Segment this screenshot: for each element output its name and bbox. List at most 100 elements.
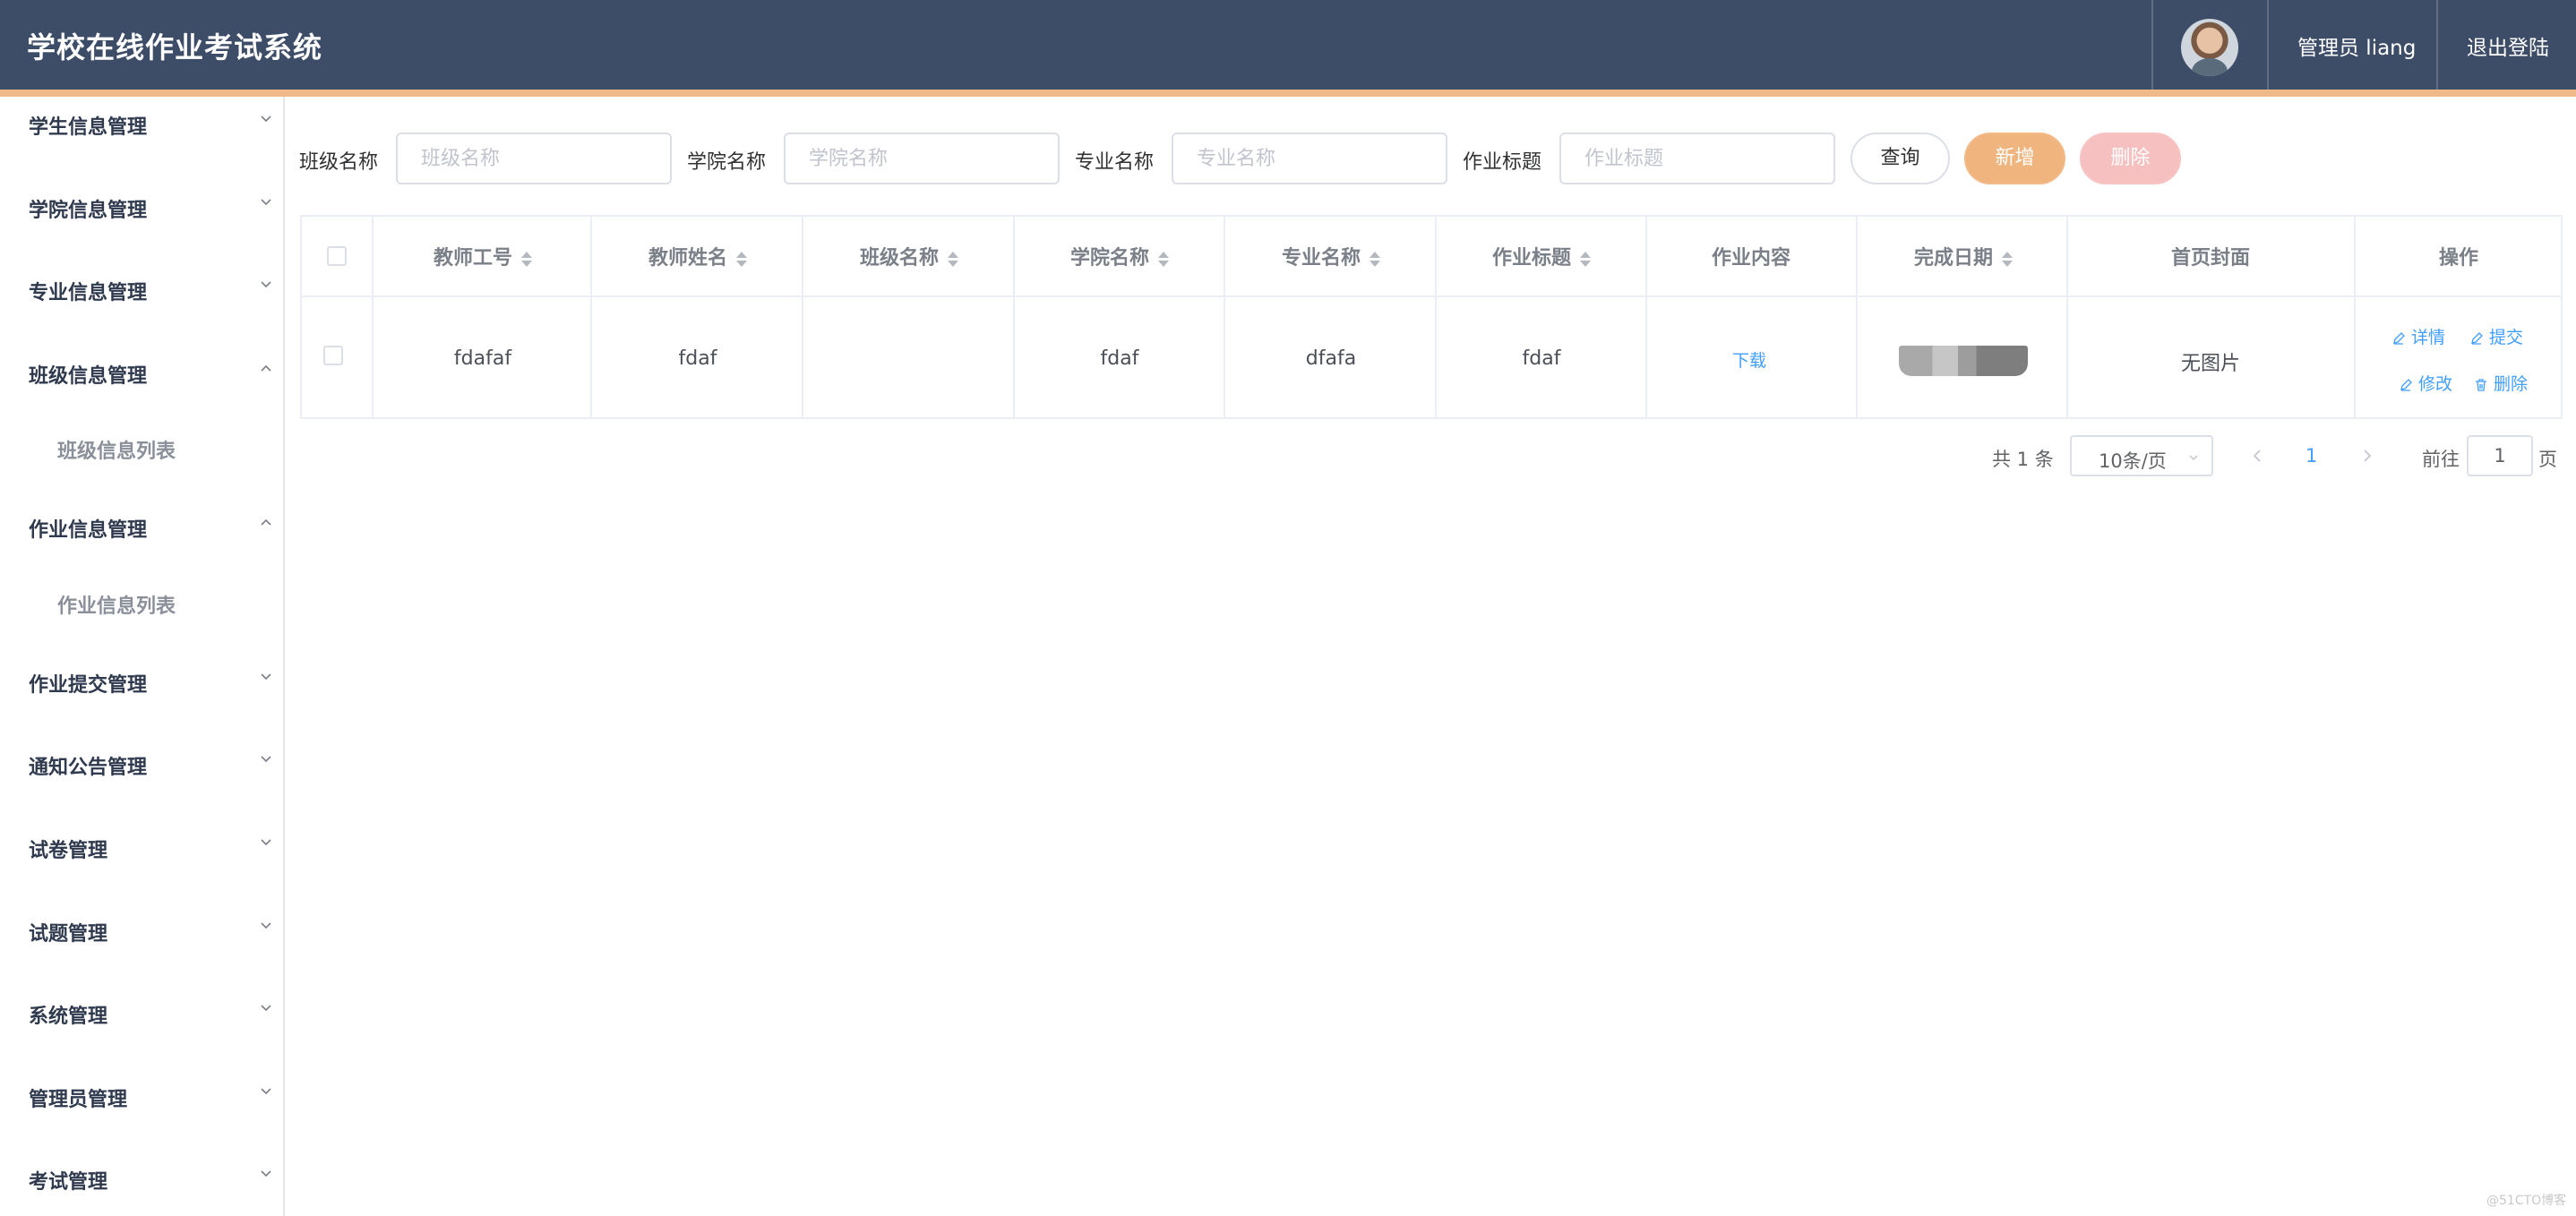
edit-icon — [2393, 332, 2405, 345]
current-user-label: 管理员 liang — [2297, 37, 2417, 60]
chevron-down-icon — [2189, 455, 2198, 460]
column-divider — [802, 217, 803, 419]
column-header-teacher-name[interactable]: 教师姓名 — [648, 242, 748, 270]
sidebar-subitem-homework-list[interactable]: 作业信息列表 — [0, 576, 283, 629]
header-divider — [2436, 0, 2438, 90]
sort-icon[interactable] — [1158, 250, 1170, 268]
column-header-class-name[interactable]: 班级名称 — [860, 242, 959, 270]
column-header-major-name[interactable]: 专业名称 — [1282, 242, 1381, 270]
chevron-down-icon — [261, 1005, 271, 1012]
college-name-input[interactable] — [784, 133, 1060, 184]
sidebar-item-label: 试题管理 — [29, 923, 108, 946]
sort-icon[interactable] — [736, 250, 748, 268]
cell-teacher-id: fdafaf — [453, 347, 512, 370]
goto-page-input[interactable]: 1 — [2467, 435, 2533, 476]
column-divider — [372, 217, 374, 419]
homework-title-input[interactable] — [1559, 133, 1835, 184]
sidebar-item-homework[interactable]: 作业信息管理 — [0, 500, 283, 553]
column-header-teacher-id[interactable]: 教师工号 — [434, 242, 533, 270]
sidebar-item-major[interactable]: 专业信息管理 — [0, 262, 283, 316]
sidebar-item-label: 班级信息管理 — [29, 365, 148, 388]
sidebar-subitem-label: 班级信息列表 — [57, 441, 176, 463]
sidebar-item-paper[interactable]: 试卷管理 — [0, 820, 283, 874]
column-header-college-name[interactable]: 学院名称 — [1070, 242, 1170, 270]
homework-table: 教师工号 教师姓名 班级名称 学院名称 专业名称 作业标题 作业内容 完成日期 … — [300, 215, 2563, 419]
page-suffix-label: 页 — [2538, 449, 2557, 470]
header-row-divider — [302, 295, 2563, 297]
select-all-checkbox[interactable] — [327, 246, 347, 266]
watermark: @51CTO博客 — [2486, 1194, 2567, 1208]
sort-icon[interactable] — [1370, 250, 1381, 268]
batch-delete-button[interactable]: 删除 — [2080, 133, 2181, 184]
edit-button[interactable]: 修改 — [2399, 371, 2452, 395]
sidebar-item-label: 作业信息管理 — [29, 519, 148, 542]
sort-icon[interactable] — [2002, 250, 2014, 268]
row-checkbox[interactable] — [323, 346, 343, 365]
submit-button[interactable]: 提交 — [2469, 324, 2523, 348]
sidebar-item-notice[interactable]: 通知公告管理 — [0, 737, 283, 791]
sidebar-item-system[interactable]: 系统管理 — [0, 986, 283, 1040]
chevron-down-icon — [261, 756, 271, 763]
logout-button[interactable]: 退出登陆 — [2467, 30, 2549, 61]
page-size-select[interactable]: 10条/页 — [2070, 435, 2213, 476]
column-header-homework-title[interactable]: 作业标题 — [1492, 242, 1592, 270]
homework-title-label: 作业标题 — [1463, 151, 1542, 174]
column-divider — [2354, 217, 2356, 419]
sidebar-subitem-class-list[interactable]: 班级信息列表 — [0, 421, 283, 475]
chevron-down-icon — [261, 199, 271, 206]
class-name-label: 班级名称 — [299, 151, 379, 174]
avatar[interactable] — [2181, 19, 2238, 76]
page-size-value: 10条/页 — [2099, 450, 2167, 472]
column-divider — [1435, 217, 1437, 419]
cell-college-name: fdaf — [1100, 347, 1139, 370]
sidebar-item-class[interactable]: 班级信息管理 — [0, 346, 283, 399]
chevron-down-icon — [261, 116, 271, 123]
download-link[interactable]: 下载 — [1732, 347, 1766, 372]
header-accent-bar — [0, 90, 2576, 97]
sort-icon[interactable] — [521, 250, 533, 268]
chevron-down-icon — [261, 922, 271, 929]
chevron-up-icon — [261, 364, 271, 372]
due-date-blurred — [1899, 346, 2028, 376]
sidebar-item-submission[interactable]: 作业提交管理 — [0, 655, 283, 708]
sort-icon[interactable] — [948, 250, 959, 268]
header-divider — [2267, 0, 2269, 90]
goto-label: 前往 — [2422, 449, 2460, 470]
sidebar-item-label: 通知公告管理 — [29, 757, 148, 779]
column-header-cover: 首页封面 — [2170, 247, 2251, 270]
cell-major-name: dfafa — [1305, 347, 1357, 370]
query-button[interactable]: 查询 — [1850, 133, 1950, 184]
sidebar-item-label: 考试管理 — [29, 1171, 108, 1194]
college-name-label: 学院名称 — [687, 151, 767, 174]
cell-cover: 无图片 — [2180, 353, 2241, 375]
sidebar-item-question[interactable]: 试题管理 — [0, 903, 283, 957]
sidebar-item-student[interactable]: 学生信息管理 — [0, 97, 283, 150]
prev-page-icon[interactable] — [2251, 448, 2263, 464]
sidebar-item-college[interactable]: 学院信息管理 — [0, 180, 283, 234]
detail-button[interactable]: 详情 — [2391, 324, 2445, 348]
class-name-input[interactable] — [396, 133, 672, 184]
column-header-actions: 操作 — [2438, 247, 2479, 270]
sidebar-item-exam[interactable]: 考试管理 — [0, 1152, 283, 1205]
major-name-input[interactable] — [1172, 133, 1447, 184]
cell-teacher-name: fdaf — [678, 347, 717, 370]
chevron-down-icon — [261, 1088, 271, 1095]
header-divider — [2151, 0, 2153, 90]
sidebar-item-label: 系统管理 — [29, 1006, 108, 1028]
add-button[interactable]: 新增 — [1964, 133, 2065, 184]
column-divider — [590, 217, 592, 419]
column-header-due-date[interactable]: 完成日期 — [1914, 242, 2014, 270]
sidebar-subitem-label: 作业信息列表 — [57, 595, 176, 618]
sidebar-item-admin[interactable]: 管理员管理 — [0, 1069, 283, 1123]
sort-icon[interactable] — [1580, 250, 1592, 268]
sidebar-item-label: 学生信息管理 — [29, 116, 148, 139]
next-page-icon[interactable] — [2361, 448, 2374, 464]
column-divider — [2066, 217, 2068, 419]
chevron-down-icon — [261, 1170, 271, 1177]
edit-icon — [2471, 332, 2483, 345]
app-title: 学校在线作业考试系统 — [27, 30, 323, 64]
current-page-number[interactable]: 1 — [2306, 445, 2317, 467]
top-header: 学校在线作业考试系统 管理员 liang 退出登陆 — [0, 0, 2576, 90]
delete-button[interactable]: 删除 — [2474, 371, 2528, 395]
chevron-down-icon — [261, 673, 271, 681]
